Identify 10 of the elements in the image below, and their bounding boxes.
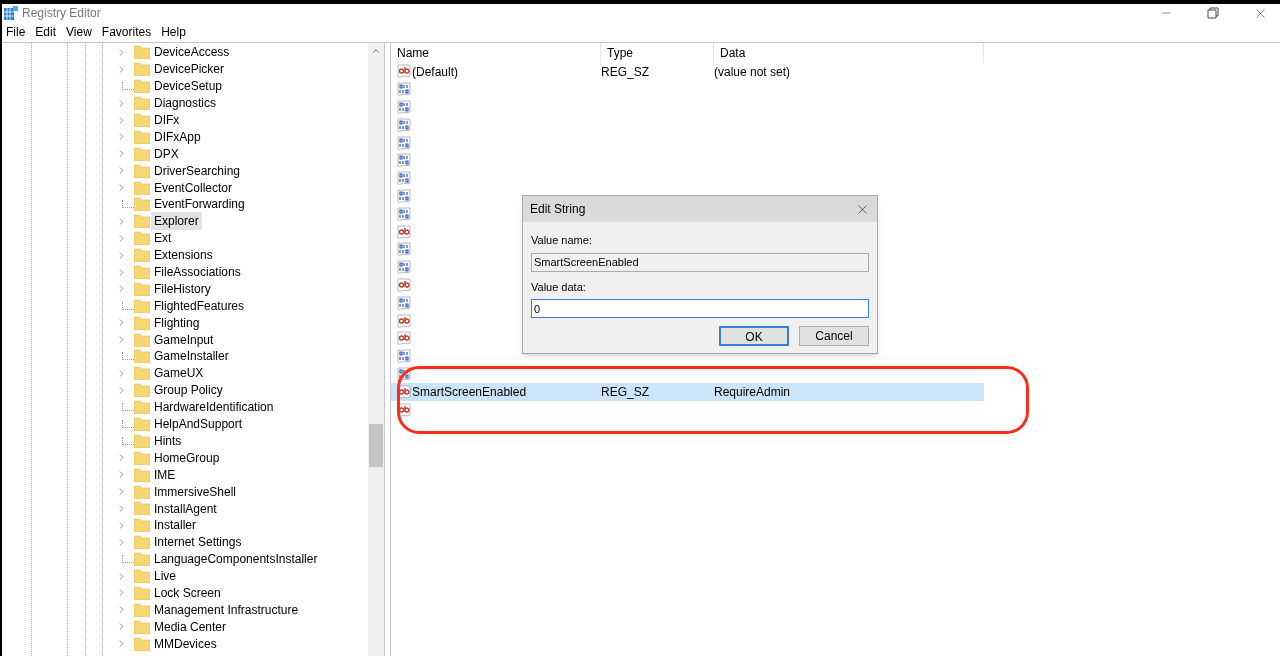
value-data: (value not set)	[714, 63, 791, 81]
value-name: SmartScreenEnabled	[411, 384, 528, 402]
field-label: Value data:	[531, 279, 587, 295]
field-label: Value name:	[531, 233, 593, 248]
value-name: (Default)	[411, 63, 459, 81]
value-data: RequireAdmin	[714, 384, 791, 402]
value-type: REG_SZ	[601, 384, 650, 402]
dialog-title: Edit String	[530, 201, 586, 218]
value-type: REG_SZ	[601, 63, 650, 81]
window-title: Registry Editor	[22, 5, 101, 22]
